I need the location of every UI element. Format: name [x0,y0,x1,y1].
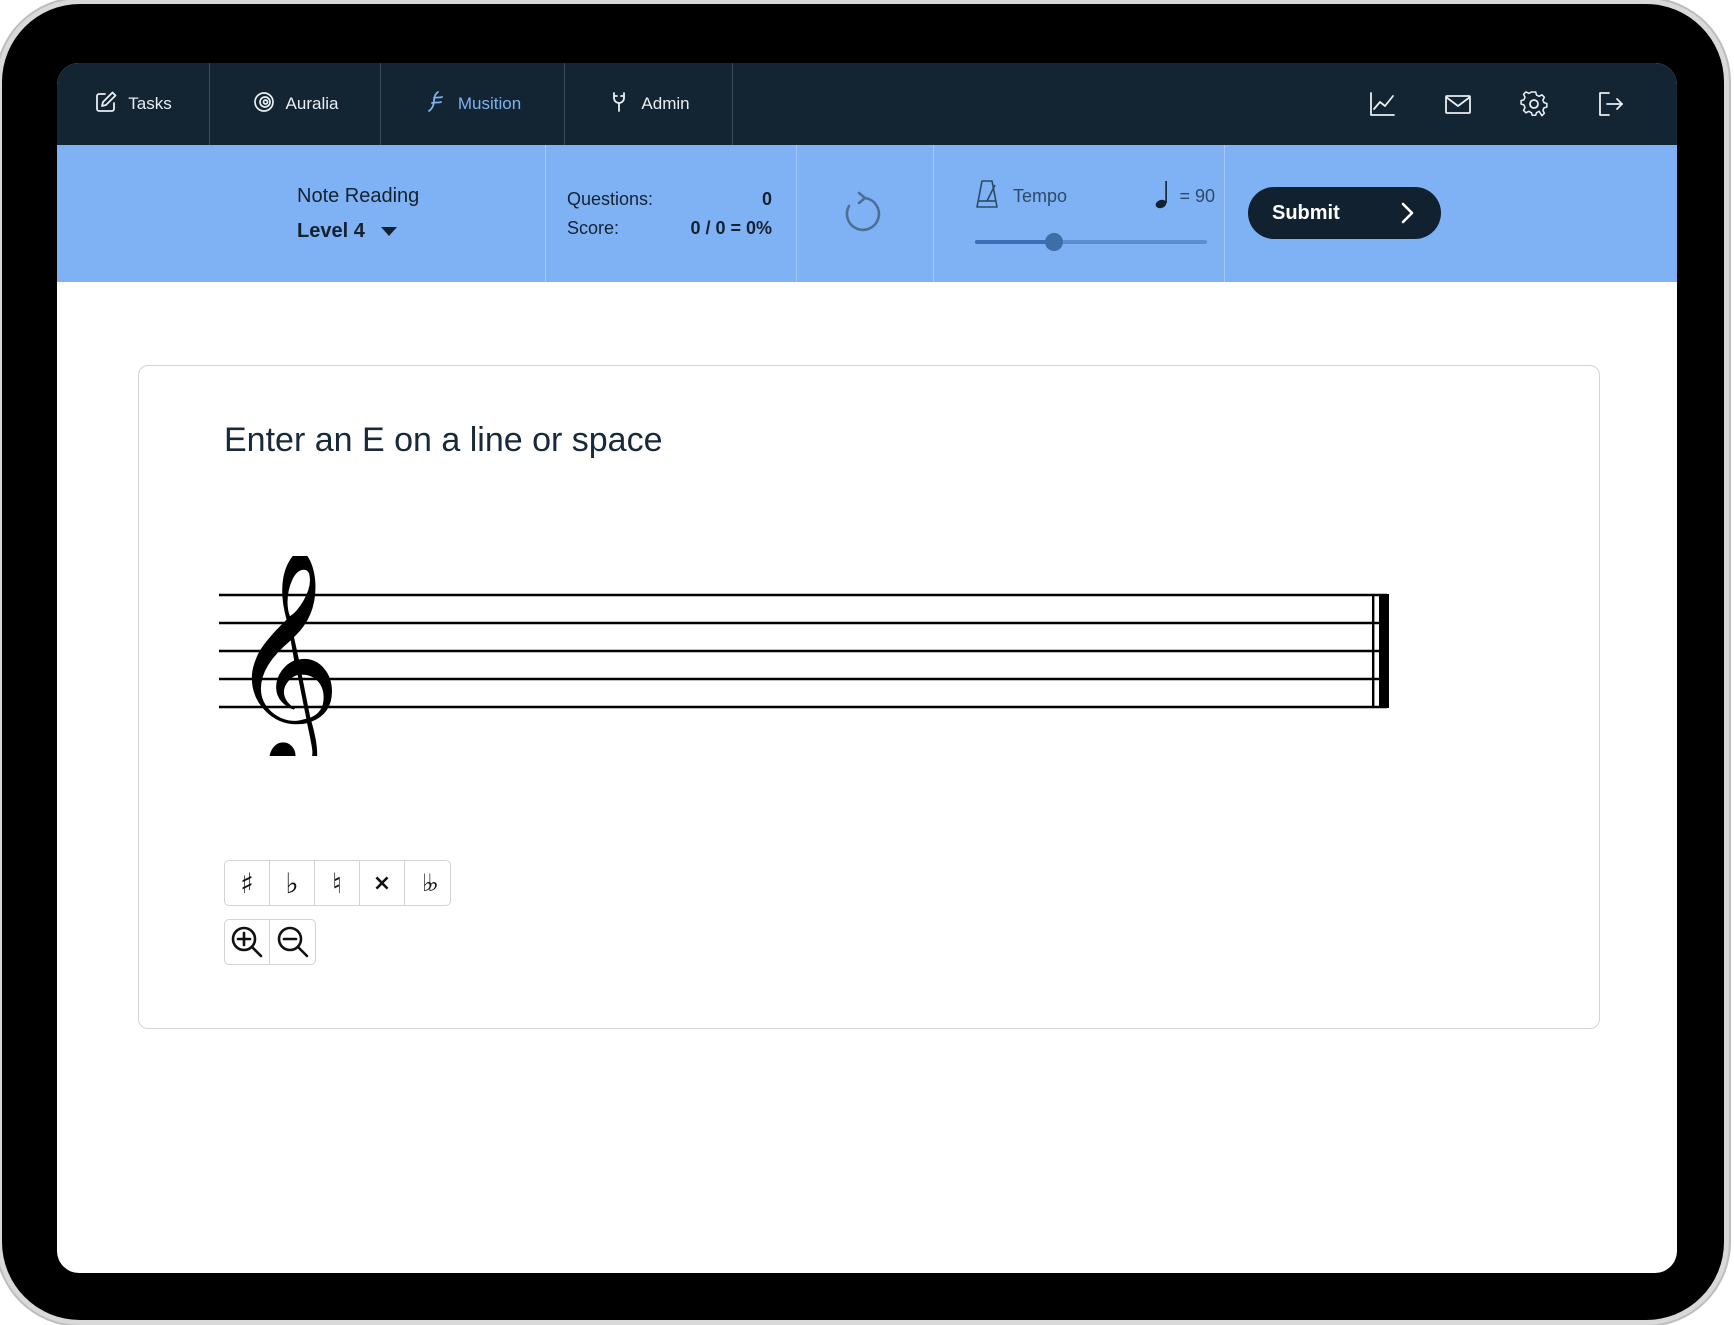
tab-admin[interactable]: Admin [565,63,733,145]
tab-musition-label: Musition [457,94,522,113]
tab-musition[interactable]: Musition [381,63,565,145]
quarter-note-icon [1155,179,1171,214]
top-nav: Tasks Auralia Musition Admin [57,63,1677,145]
zoom-out-button[interactable] [270,920,315,964]
chart-icon[interactable] [1367,89,1397,119]
zoom-out-icon [277,926,308,958]
questions-value: 0 [761,189,772,209]
sharp-button[interactable]: ♯ [225,861,270,905]
admin-icon [607,90,631,119]
metronome-icon[interactable] [975,179,999,214]
tempo-slider[interactable] [975,232,1207,252]
tab-tasks[interactable]: Tasks [57,63,210,145]
questions-label: Questions: [567,189,654,209]
zoom-toolbar [224,919,316,965]
task-toolbar: Note Reading Level 4 Questions: 0 Score:… [57,145,1677,282]
music-staff[interactable]: 𝄞 [219,556,1519,756]
natural-button[interactable]: ♮ [315,861,360,905]
task-selector: Note Reading Level 4 [297,185,419,243]
chevron-down-icon [380,227,397,236]
task-name: Note Reading [297,185,420,207]
score-value: 0 / 0 = 0% [690,218,772,238]
score-label: Score: [567,218,620,238]
slider-fill [975,240,1054,244]
thin-barline [1372,594,1375,708]
double-sharp-button[interactable]: × [360,861,405,905]
question-prompt: Enter an E on a line or space [224,421,663,459]
slider-thumb[interactable] [1045,233,1063,251]
musition-logo-icon [424,90,448,119]
zoom-in-button[interactable] [225,920,270,964]
treble-clef-icon: 𝄞 [229,556,341,756]
chevron-right-icon [1401,202,1414,224]
toolbar-divider [796,145,797,282]
level-dropdown[interactable]: Level 4 [297,220,419,243]
tab-tasks-label: Tasks [128,94,172,113]
toolbar-divider [545,145,546,282]
double-flat-button[interactable]: ♭♭ [405,861,450,905]
score-panel: Questions: 0 Score: 0 / 0 = 0% [567,189,772,247]
gear-icon[interactable] [1519,89,1549,119]
level-label: Level 4 [297,220,365,242]
tab-auralia-label: Auralia [285,94,339,113]
tablet-frame: Tasks Auralia Musition Admin Note Readin… [2,4,1724,1320]
auralia-logo-icon [252,90,276,119]
tempo-label: Tempo [1013,186,1068,206]
refresh-icon[interactable] [837,189,885,237]
app-screen: Tasks Auralia Musition Admin Note Readin… [57,63,1677,1273]
zoom-in-icon [231,926,263,958]
tab-auralia[interactable]: Auralia [210,63,381,145]
question-card: Enter an E on a line or space 𝄞 ♯ ♭ ♮ × [138,365,1600,1029]
submit-button[interactable]: Submit [1248,187,1441,239]
logout-icon[interactable] [1595,89,1625,119]
accidental-toolbar: ♯ ♭ ♮ × ♭♭ [224,860,451,906]
tab-admin-label: Admin [641,94,690,113]
final-barline [1379,594,1389,708]
flat-button[interactable]: ♭ [270,861,315,905]
mail-icon[interactable] [1443,89,1473,119]
submit-label: Submit [1272,201,1340,224]
edit-icon [94,90,118,119]
toolbar-divider [933,145,934,282]
tempo-control: Tempo = 90 [975,179,1215,252]
toolbar-divider [1224,145,1225,282]
tempo-value: = 90 [1179,186,1215,206]
